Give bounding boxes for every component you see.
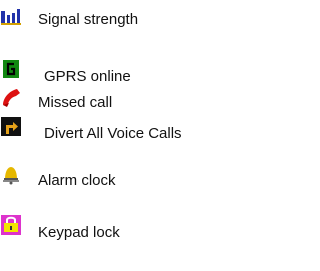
signal-strength-icon: [0, 6, 22, 28]
legend-label: Signal strength: [38, 11, 139, 28]
divert-calls-icon: [0, 115, 22, 137]
legend-item-divert-calls: Divert All Voice Calls: [0, 115, 241, 142]
legend-item-signal-strength: Signal strength: [0, 6, 241, 30]
legend-item-gprs-online: GPRS online: [0, 58, 241, 85]
legend-item-keypad-lock: Keypad lock: [0, 213, 241, 241]
legend-item-alarm-clock: Alarm clock: [0, 163, 241, 189]
legend-label: Missed call: [38, 94, 113, 111]
keypad-lock-icon: [0, 213, 22, 235]
status-icon-legend: Signal strength GPRS online Missed call …: [0, 0, 241, 271]
gprs-online-icon: [0, 58, 22, 80]
legend-label: GPRS online: [44, 68, 131, 85]
legend-label: Alarm clock: [38, 172, 116, 189]
legend-label: Divert All Voice Calls: [44, 125, 182, 142]
missed-call-icon: [0, 86, 22, 108]
legend-item-missed-call: Missed call: [0, 86, 241, 111]
legend-label: Keypad lock: [38, 224, 120, 241]
alarm-clock-icon: [0, 163, 22, 185]
